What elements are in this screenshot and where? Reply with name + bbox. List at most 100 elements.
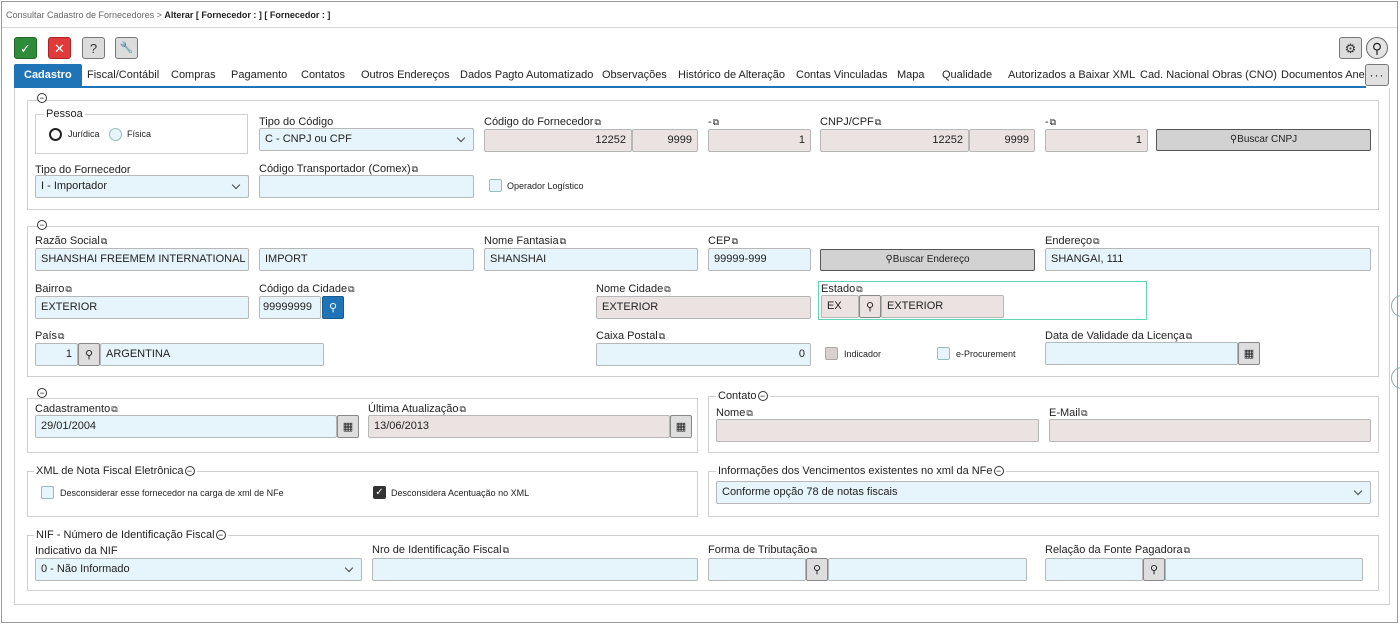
tab-compras[interactable]: Compras (171, 64, 216, 86)
indicativo-nif-select[interactable]: 0 - Não Informado (35, 558, 362, 581)
cnpj-part2[interactable]: 9999 (969, 129, 1035, 152)
collapse-icon[interactable]: − (184, 466, 195, 476)
endereco-field[interactable]: SHANGAI, 111 (1045, 248, 1371, 271)
copy-icon[interactable]: ⧉ (412, 164, 418, 174)
breadcrumb-parent[interactable]: Consultar Cadastro de Fornecedores (6, 10, 154, 20)
codigo-cidade-field[interactable]: 99999999 (259, 296, 321, 319)
cnpj-part1[interactable]: 12252 (820, 129, 969, 152)
copy-icon[interactable]: ⧉ (664, 284, 670, 294)
copy-icon[interactable]: ⧉ (811, 545, 817, 555)
tipo-fornecedor-select[interactable]: I - Importador (35, 175, 249, 198)
copy-icon[interactable]: ⧉ (1184, 545, 1190, 555)
copy-icon[interactable]: ⧉ (348, 284, 354, 294)
copy-icon[interactable]: ⧉ (111, 404, 117, 414)
forma-tributacao-name-field[interactable] (828, 558, 1027, 581)
acentuacao-checkbox[interactable]: ✓ (373, 486, 386, 499)
pais-code-field[interactable]: 1 (35, 343, 78, 366)
copy-icon[interactable]: ⧉ (101, 236, 107, 246)
collapse-icon[interactable]: − (993, 466, 1004, 476)
indicador-checkbox[interactable] (825, 347, 838, 360)
tab-contas-vinculadas[interactable]: Contas Vinculadas (796, 64, 888, 86)
copy-icon[interactable]: ⧉ (746, 408, 752, 418)
copy-icon[interactable]: ⧉ (732, 236, 738, 246)
data-validade-calendar-button[interactable]: ▦ (1238, 342, 1260, 365)
contato-nome-field[interactable] (716, 419, 1039, 442)
tab-autorizados-xml[interactable]: Autorizados a Baixar XML (1008, 64, 1135, 86)
razao-social-field[interactable]: SHANSHAI FREEMEM INTERNATIONAL (35, 248, 249, 271)
ultima-atualizacao-calendar-button[interactable]: ▦ (670, 415, 692, 438)
pais-name-field[interactable]: ARGENTINA (100, 343, 324, 366)
help-button[interactable]: ? (82, 37, 105, 59)
cadastramento-field[interactable]: 29/01/2004 (35, 415, 337, 438)
forma-tributacao-search-button[interactable]: ⚲ (806, 558, 828, 581)
desconsiderar-checkbox[interactable] (41, 486, 54, 499)
nome-cidade-field[interactable]: EXTERIOR (596, 296, 811, 319)
contato-email-field[interactable] (1049, 419, 1371, 442)
bairro-field[interactable]: EXTERIOR (35, 296, 249, 319)
razao-social-field-2[interactable]: IMPORT (259, 248, 474, 271)
copy-icon[interactable]: ⧉ (713, 117, 719, 127)
codigo-transportador-field[interactable] (259, 175, 474, 198)
copy-icon[interactable]: ⧉ (875, 117, 881, 127)
copy-icon[interactable]: ⧉ (856, 284, 862, 294)
pais-search-button[interactable]: ⚲ (78, 343, 100, 366)
more-tabs-button[interactable]: ··· (1365, 64, 1389, 86)
estado-name-field[interactable]: EXTERIOR (881, 295, 1004, 318)
buscar-endereco-button[interactable]: ⚲Buscar Endereço (820, 249, 1035, 271)
collapse-icon[interactable]: − (37, 220, 47, 230)
relacao-fonte-code-field[interactable] (1045, 558, 1143, 581)
confirm-button[interactable]: ✓ (14, 37, 37, 59)
collapse-icon[interactable]: − (757, 391, 768, 401)
copy-icon[interactable]: ⧉ (1050, 117, 1056, 127)
collapse-icon[interactable]: − (37, 93, 47, 103)
forma-tributacao-code-field[interactable] (708, 558, 806, 581)
digito1-field[interactable]: 1 (708, 129, 811, 152)
settings-button[interactable]: ⚙ (1339, 37, 1362, 59)
vencimentos-select[interactable]: Conforme opção 78 de notas fiscais (716, 481, 1371, 504)
tab-observacoes[interactable]: Observações (602, 64, 667, 86)
copy-icon[interactable]: ⧉ (460, 404, 466, 414)
digito2-field[interactable]: 1 (1045, 129, 1148, 152)
tab-mapa[interactable]: Mapa (897, 64, 925, 86)
nro-identificacao-field[interactable] (372, 558, 698, 581)
e-procurement-checkbox[interactable] (937, 347, 950, 360)
tab-cno[interactable]: Cad. Nacional Obras (CNO) (1140, 64, 1277, 86)
tools-button[interactable]: 🔧 (115, 37, 138, 59)
tab-cadastro[interactable]: Cadastro (14, 64, 82, 86)
data-validade-field[interactable] (1045, 342, 1238, 365)
nome-fantasia-field[interactable]: SHANSHAI (484, 248, 698, 271)
tab-fiscal-contabil[interactable]: Fiscal/Contábil (87, 64, 159, 86)
estado-search-button[interactable]: ⚲ (859, 295, 881, 318)
cadastramento-calendar-button[interactable]: ▦ (337, 415, 359, 438)
cancel-button[interactable]: ✕ (48, 37, 71, 59)
cep-field[interactable]: 99999-999 (708, 248, 811, 271)
copy-icon[interactable]: ⧉ (58, 331, 64, 341)
tab-qualidade[interactable]: Qualidade (942, 64, 992, 86)
tab-contatos[interactable]: Contatos (301, 64, 345, 86)
relacao-fonte-search-button[interactable]: ⚲ (1143, 558, 1165, 581)
collapse-icon[interactable]: − (215, 530, 226, 540)
tab-documentos-anexo[interactable]: Documentos Anexo (1281, 64, 1366, 86)
copy-icon[interactable]: ⧉ (1081, 408, 1087, 418)
search-button[interactable]: ⚲ (1366, 37, 1388, 59)
copy-icon[interactable]: ⧉ (594, 117, 600, 127)
radio-fisica[interactable] (109, 128, 122, 141)
caixa-postal-field[interactable]: 0 (596, 343, 811, 366)
estado-code-field[interactable]: EX (821, 295, 859, 318)
tab-dados-pagto[interactable]: Dados Pagto Automatizado (460, 64, 593, 86)
codigo-cidade-search-button[interactable]: ⚲ (322, 296, 344, 319)
copy-icon[interactable]: ⧉ (1093, 236, 1099, 246)
copy-icon[interactable]: ⧉ (503, 545, 509, 555)
operador-logistico-checkbox[interactable] (489, 179, 502, 192)
collapse-icon[interactable]: − (37, 388, 47, 398)
codigo-fornecedor-part2[interactable]: 9999 (632, 129, 698, 152)
tab-pagamento[interactable]: Pagamento (231, 64, 287, 86)
radio-juridica[interactable] (49, 128, 62, 141)
copy-icon[interactable]: ⧉ (65, 284, 71, 294)
buscar-cnpj-button[interactable]: ⚲Buscar CNPJ (1156, 129, 1371, 151)
tipo-codigo-select[interactable]: C - CNPJ ou CPF (259, 128, 474, 151)
codigo-fornecedor-part1[interactable]: 12252 (484, 129, 632, 152)
ultima-atualizacao-field[interactable]: 13/06/2013 (368, 415, 670, 438)
copy-icon[interactable]: ⧉ (659, 331, 665, 341)
tab-historico[interactable]: Histórico de Alteração (678, 64, 785, 86)
